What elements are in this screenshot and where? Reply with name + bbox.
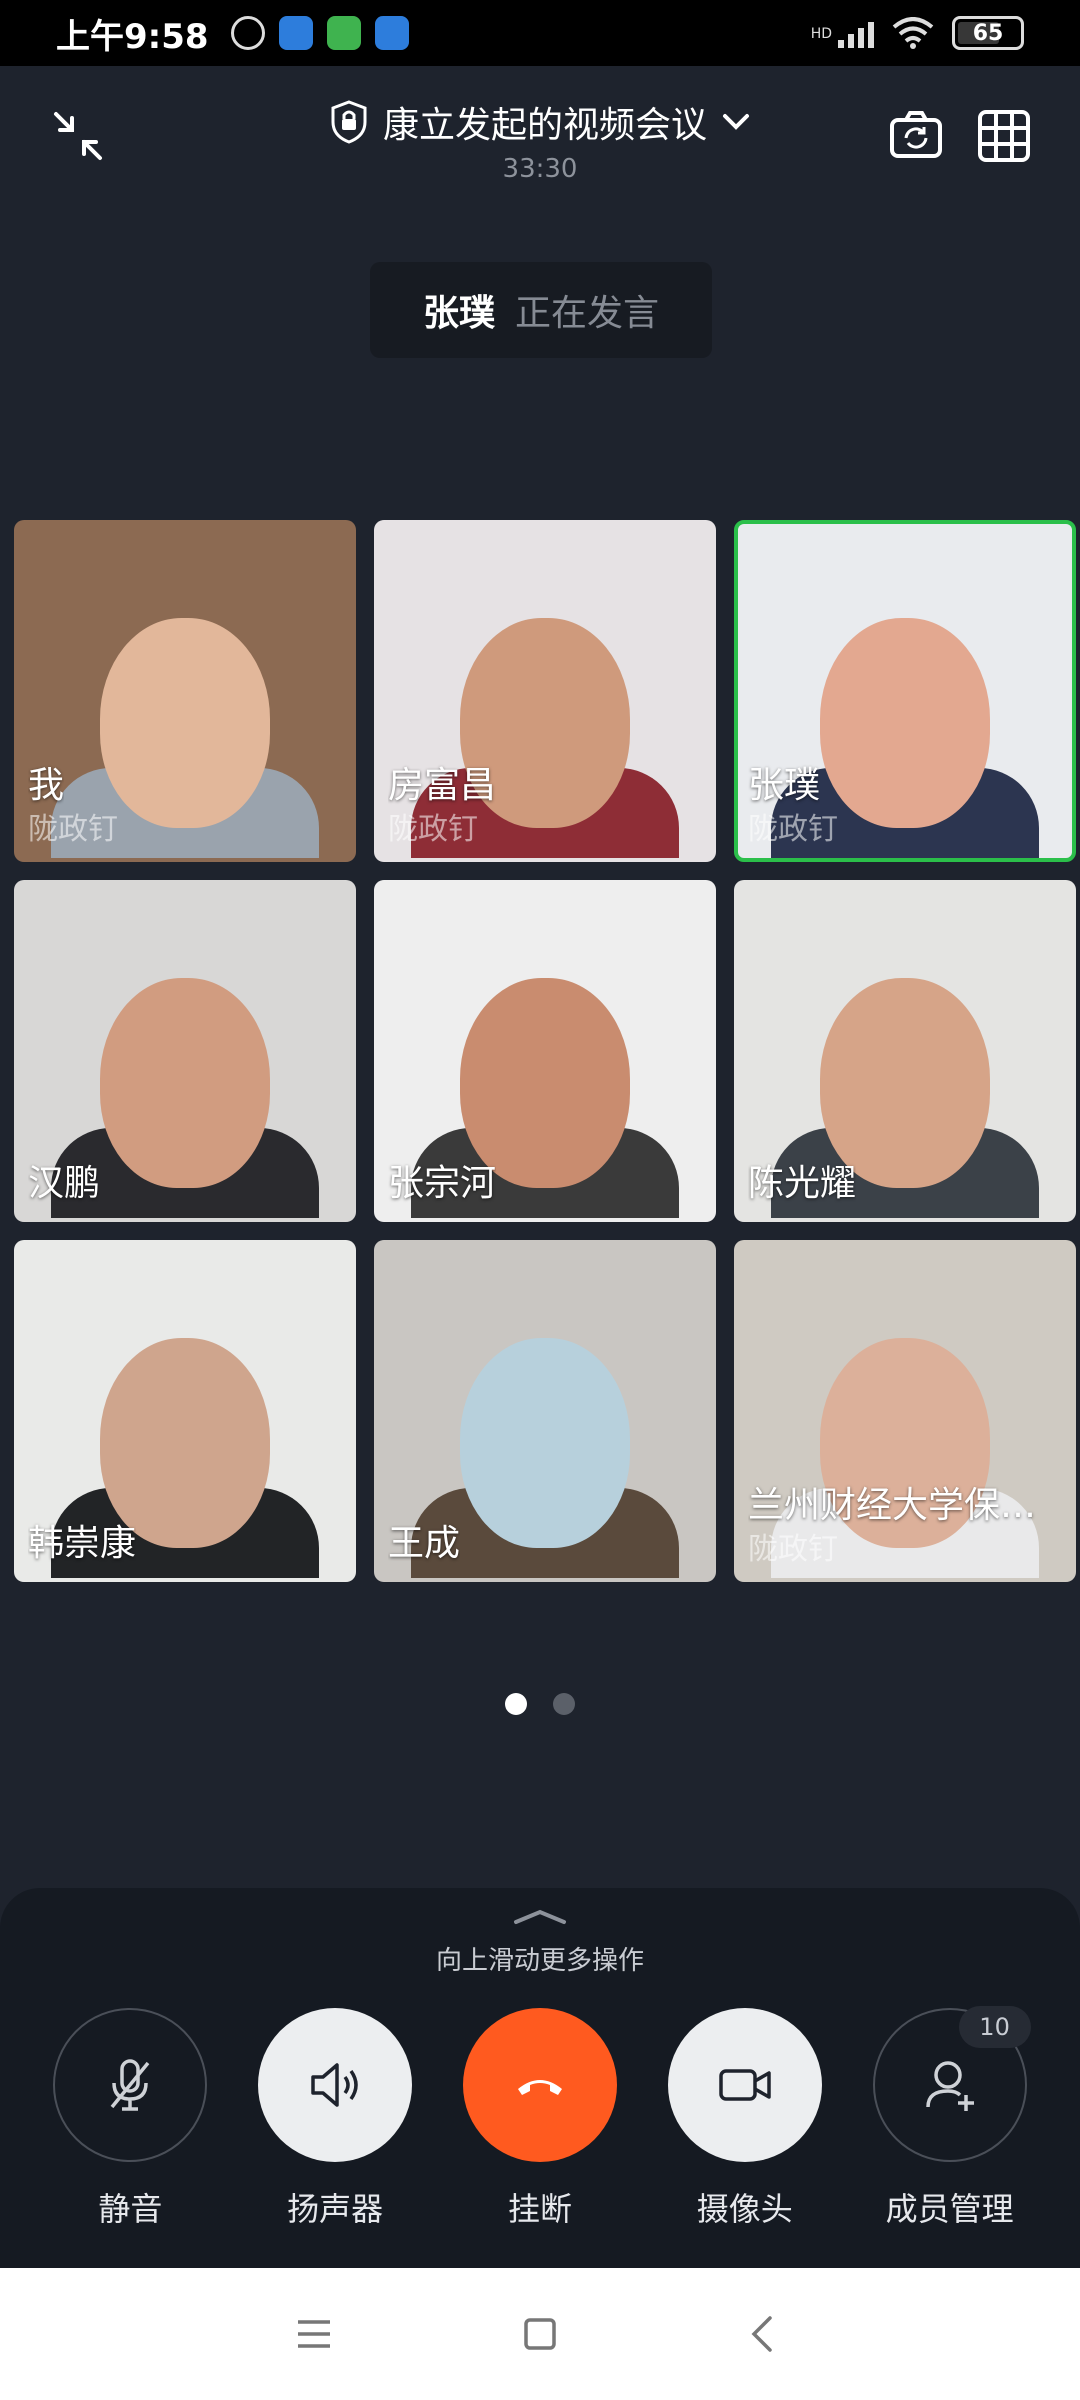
participant-name: 陈光耀 [748, 1163, 857, 1204]
mic-off-icon [111, 2059, 150, 2111]
home-icon[interactable] [518, 2312, 562, 2356]
participant-video-face [460, 1337, 630, 1548]
active-speaker-indicator: 张璞 正在发言 [370, 262, 712, 358]
speaker-label: 扬声器 [287, 2190, 384, 2228]
member-label: 成员管理 [885, 2190, 1014, 2228]
member-control: 10 成员管理 [870, 2006, 1031, 2230]
participant-tile[interactable]: 王成 [374, 1240, 716, 1582]
meeting-title: 康立发起的视频会议 [382, 105, 707, 146]
camera-control: 摄像头 [665, 2008, 825, 2230]
mute-button[interactable] [53, 2008, 208, 2162]
participant-name: 我 [28, 765, 65, 806]
participant-name: 汉鹏 [28, 1163, 101, 1204]
notification-icons [230, 16, 409, 50]
participant-name: 房富昌 [388, 765, 497, 806]
camera-button[interactable] [667, 2008, 822, 2162]
battery-level: 65 [972, 20, 1004, 46]
battery-icon: 65 [952, 16, 1024, 50]
participant-video-face [100, 977, 270, 1188]
participant-name: 王成 [388, 1523, 461, 1564]
participant-video-face [820, 617, 990, 828]
flip-camera-icon[interactable] [888, 108, 944, 164]
participant-tile[interactable]: 房富昌 陇政钉 [374, 520, 716, 862]
participant-tile[interactable]: 陈光耀 [734, 880, 1076, 1222]
shield-lock-icon [331, 100, 367, 144]
system-nav-bar [0, 2268, 1080, 2400]
participant-tile[interactable]: 韩崇康 [14, 1240, 356, 1582]
control-panel: 向上滑动更多操作 静音 扬声器 挂断 摄像头 10 成员管理 [0, 1888, 1080, 2268]
wifi-icon [892, 17, 934, 49]
speaker-button[interactable] [258, 2008, 413, 2162]
add-member-icon [925, 2061, 974, 2111]
participant-tile[interactable]: 我陇政钉 [14, 520, 356, 862]
dingtalk-icon [374, 16, 409, 50]
status-time: 上午9:58 [56, 16, 209, 57]
hangup-button[interactable] [462, 2008, 617, 2162]
participant-org: 陇政钉 [748, 1532, 838, 1567]
member-management-button[interactable]: 10 [872, 2006, 1031, 2162]
participant-tile[interactable]: 兰州财经大学保… 陇政钉 [734, 1240, 1076, 1582]
participant-grid: 我陇政钉 房富昌 陇政钉 张璞 陇政钉 汉鹏 张宗河 陈光耀 韩崇康 王成 兰州财经大学保… 陇政钉 [14, 520, 1078, 1582]
page-dot[interactable] [505, 1693, 527, 1715]
hangup-label: 挂断 [507, 2190, 572, 2228]
hd-label: HD [810, 26, 832, 42]
participant-org: 陇政钉 [28, 812, 118, 847]
participant-org: 陇政钉 [388, 812, 478, 847]
swipe-hint: 向上滑动更多操作 [435, 1946, 644, 1976]
grid-view-icon[interactable] [976, 108, 1032, 164]
chevron-up-icon[interactable] [512, 1906, 568, 1926]
control-buttons: 静音 扬声器 挂断 摄像头 10 成员管理 [0, 2006, 1080, 2230]
speaker-status: 正在发言 [515, 293, 660, 334]
mute-control: 静音 [50, 2008, 210, 2230]
page-dot[interactable] [553, 1693, 575, 1715]
dingtalk-icon [278, 16, 313, 50]
back-icon[interactable] [742, 2312, 786, 2356]
page-indicator [0, 1693, 1080, 1715]
participant-tile[interactable]: 张璞 陇政钉 [734, 520, 1076, 862]
speaker-icon [311, 2063, 358, 2107]
member-count-badge: 10 [958, 2006, 1031, 2048]
menu-icon[interactable] [292, 2312, 336, 2356]
participant-tile[interactable]: 张宗河 [374, 880, 716, 1222]
signal-icon [838, 18, 874, 48]
speaker-control: 扬声器 [255, 2008, 415, 2230]
alarm-icon [230, 16, 265, 50]
hangup-control: 挂断 [460, 2008, 620, 2230]
participant-org: 陇政钉 [748, 812, 838, 847]
participant-name: 张宗河 [388, 1163, 497, 1204]
status-bar: 上午9:58 HD 65 [0, 0, 1080, 66]
participant-name: 韩崇康 [28, 1523, 137, 1564]
participant-tile[interactable]: 汉鹏 [14, 880, 356, 1222]
participant-name: 兰州财经大学保… [748, 1485, 1037, 1526]
hangup-icon [517, 2080, 562, 2095]
camera-icon [719, 2069, 771, 2101]
chevron-down-icon [723, 114, 749, 130]
speaker-name: 张璞 [422, 293, 495, 334]
participant-video-face [100, 617, 270, 828]
participant-name: 张璞 [748, 765, 821, 806]
android-app-icon [326, 16, 361, 50]
mute-label: 静音 [98, 2190, 163, 2228]
camera-label: 摄像头 [696, 2190, 793, 2228]
meeting-header: 康立发起的视频会议 33:30 [0, 66, 1080, 206]
